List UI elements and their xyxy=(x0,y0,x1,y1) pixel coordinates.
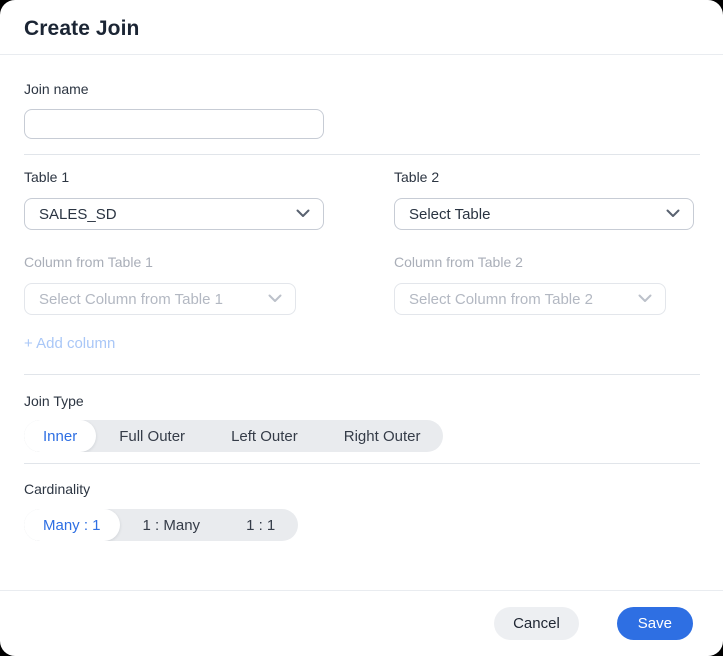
modal-body: Join name Table 1 SALES_SD Table 2 Selec… xyxy=(0,55,723,590)
table2-label: Table 2 xyxy=(394,169,694,185)
modal-footer: Cancel Save xyxy=(0,590,723,656)
table1-select-value: SALES_SD xyxy=(39,206,117,223)
table2-group: Table 2 Select Table xyxy=(394,169,694,230)
join-type-option-right-outer[interactable]: Right Outer xyxy=(321,420,444,452)
table1-label: Table 1 xyxy=(24,169,324,185)
cardinality-segmented-control: Many : 1 1 : Many 1 : 1 xyxy=(24,509,298,541)
join-type-segmented-control: Inner Full Outer Left Outer Right Outer xyxy=(24,420,443,452)
chevron-down-icon xyxy=(666,205,680,223)
column2-label: Column from Table 2 xyxy=(394,254,694,270)
table2-select[interactable]: Select Table xyxy=(394,198,694,230)
join-type-option-inner[interactable]: Inner xyxy=(24,420,96,452)
chevron-down-icon xyxy=(638,290,652,308)
table1-group: Table 1 SALES_SD xyxy=(24,169,324,230)
join-name-label: Join name xyxy=(24,81,700,97)
column2-group: Column from Table 2 Select Column from T… xyxy=(394,254,694,315)
table-select-row: Table 1 SALES_SD Table 2 Select Table xyxy=(24,169,700,230)
column-select-row: Column from Table 1 Select Column from T… xyxy=(24,254,700,315)
cardinality-option-many-1[interactable]: Many : 1 xyxy=(24,509,120,541)
save-button[interactable]: Save xyxy=(617,607,693,640)
join-type-option-left-outer[interactable]: Left Outer xyxy=(208,420,321,452)
section-divider xyxy=(24,374,700,375)
cardinality-label: Cardinality xyxy=(24,481,700,497)
column1-label: Column from Table 1 xyxy=(24,254,324,270)
section-divider xyxy=(24,154,700,155)
chevron-down-icon xyxy=(268,290,282,308)
column1-group: Column from Table 1 Select Column from T… xyxy=(24,254,324,315)
chevron-down-icon xyxy=(296,205,310,223)
section-divider xyxy=(24,463,700,464)
join-name-input[interactable] xyxy=(24,109,324,139)
cancel-button[interactable]: Cancel xyxy=(494,607,579,640)
cardinality-option-1-many[interactable]: 1 : Many xyxy=(120,509,224,541)
add-column-button[interactable]: + Add column xyxy=(24,335,115,352)
column1-select-placeholder: Select Column from Table 1 xyxy=(39,291,223,308)
modal-title: Create Join xyxy=(24,17,699,41)
column1-select: Select Column from Table 1 xyxy=(24,283,296,315)
join-type-option-full-outer[interactable]: Full Outer xyxy=(96,420,208,452)
cardinality-option-1-1[interactable]: 1 : 1 xyxy=(223,509,298,541)
create-join-modal: Create Join Join name Table 1 SALES_SD T… xyxy=(0,0,723,656)
table2-select-value: Select Table xyxy=(409,206,490,223)
table1-select[interactable]: SALES_SD xyxy=(24,198,324,230)
modal-header: Create Join xyxy=(0,0,723,55)
column2-select: Select Column from Table 2 xyxy=(394,283,666,315)
column2-select-placeholder: Select Column from Table 2 xyxy=(409,291,593,308)
join-type-label: Join Type xyxy=(24,393,700,409)
